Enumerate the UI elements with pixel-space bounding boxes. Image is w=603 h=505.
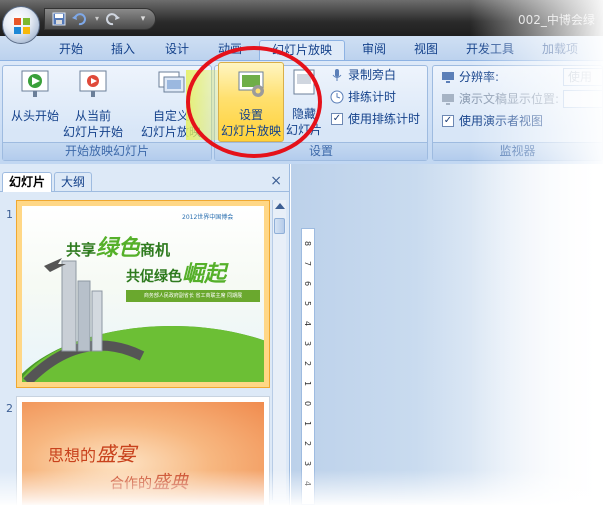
group-start-slide-show: 从头开始 从当前 幻灯片开始 自定义 幻灯片放映 开始放映幻灯片 <box>2 65 212 161</box>
resolution-label: 分辨率: <box>439 68 499 86</box>
tab-slides[interactable]: 幻灯片 <box>2 172 53 192</box>
show-on-select[interactable] <box>563 90 603 108</box>
panel-tabs: 幻灯片 大纲 × <box>0 170 290 192</box>
ruler-label: 1 <box>303 420 313 427</box>
close-icon[interactable]: × <box>270 173 282 189</box>
group-monitors-label: 监视器 <box>433 142 602 160</box>
ruler-label: 8 <box>303 240 313 247</box>
slide-2-line1: 思想的盛宴 <box>48 442 137 466</box>
tab-view[interactable]: 视图 <box>404 40 448 60</box>
tab-insert[interactable]: 插入 <box>104 40 142 60</box>
from-current-label-2: 幻灯片开始 <box>62 125 123 139</box>
slide-2-line2: 合作的盛典 <box>110 472 188 493</box>
scroll-up-icon[interactable] <box>275 203 285 209</box>
ruler-label: 6 <box>303 280 313 287</box>
from-beginning-label: 从头开始 <box>10 109 59 123</box>
title-bar: ▾ ▾ 002_中博会绿 <box>0 0 603 36</box>
save-icon[interactable] <box>51 12 67 26</box>
tab-home[interactable]: 开始 <box>52 40 90 60</box>
play-from-beginning-icon <box>21 70 49 97</box>
from-beginning-button[interactable]: 从头开始 <box>7 68 63 124</box>
ruler-label: 5 <box>303 300 313 307</box>
slide-1-header: 2012世界中国博会 <box>182 214 234 221</box>
ruler-label: 3 <box>303 460 313 467</box>
customize-icon[interactable]: ▾ <box>135 12 151 26</box>
tab-design[interactable]: 设计 <box>158 40 196 60</box>
use-timings-check-icon: ✓ <box>331 113 343 125</box>
ruler-label: 0 <box>303 400 313 407</box>
presenter-view-check-icon: ✓ <box>442 115 454 127</box>
slide-1-banner: 商务部人民政府副省长 省工商联主席 同期展 <box>126 290 260 302</box>
monitor-icon <box>442 72 454 83</box>
group-start-label: 开始放映幻灯片 <box>3 142 211 160</box>
slides-panel: 幻灯片 大纲 × 1 2012世界中国博会 共享绿色商机 共促绿色崛起 商务部人… <box>0 164 290 505</box>
panel-scrollbar[interactable] <box>272 200 286 500</box>
ruler-label: 4 <box>303 480 313 487</box>
tab-developer[interactable]: 开发工具 <box>458 40 522 60</box>
slide-1-line2: 共促绿色崛起 <box>126 262 227 287</box>
slide-number: 2 <box>6 402 13 415</box>
undo-icon[interactable] <box>71 12 87 26</box>
tab-outline[interactable]: 大纲 <box>54 172 93 192</box>
redo-icon[interactable] <box>105 12 121 26</box>
window-title: 002_中博会绿 <box>518 13 595 27</box>
presenter-view-checkbox[interactable]: ✓ 使用演示者视图 <box>439 112 543 130</box>
ruler-label: 1 <box>303 380 313 387</box>
vertical-ruler: 8 7 6 5 4 3 2 1 0 1 2 3 4 <box>301 228 315 505</box>
ruler-label: 2 <box>303 360 313 367</box>
tab-review[interactable]: 审阅 <box>352 40 396 60</box>
microphone-icon <box>332 69 342 81</box>
office-button[interactable] <box>2 6 40 44</box>
resolution-select[interactable]: 使用 <box>563 68 603 86</box>
presentation-monitor-icon <box>442 94 454 105</box>
undo-dropdown-icon[interactable]: ▾ <box>89 12 105 26</box>
slide-thumbnail-1[interactable]: 2012世界中国博会 共享绿色商机 共促绿色崛起 商务部人民政府副省长 省工商联… <box>16 200 270 388</box>
slide-number: 1 <box>6 208 13 221</box>
from-current-button[interactable]: 从当前 幻灯片开始 <box>61 68 125 140</box>
scroll-thumb[interactable] <box>274 218 285 234</box>
office-logo-icon <box>14 18 30 34</box>
from-current-label-1: 从当前 <box>74 109 111 123</box>
use-timings-checkbox[interactable]: ✓ 使用排练计时 <box>328 110 420 128</box>
ribbon-tabs: 开始 插入 设计 动画 幻灯片放映 审阅 视图 开发工具 加载项 <box>0 36 603 60</box>
tab-add-ins[interactable]: 加载项 <box>534 40 586 60</box>
ruler-label: 3 <box>303 340 313 347</box>
rehearse-timings-button[interactable]: 排练计时 <box>328 88 396 106</box>
ruler-label: 4 <box>303 320 313 327</box>
ruler-label: 7 <box>303 260 313 267</box>
red-highlight-circle <box>186 46 322 158</box>
group-monitors: 分辨率: 使用 演示文稿显示位置: ✓ 使用演示者视图 监视器 <box>432 65 603 161</box>
record-narration-button[interactable]: 录制旁白 <box>328 66 396 84</box>
slide-editor[interactable]: 8 7 6 5 4 3 2 1 0 1 2 3 4 <box>291 164 603 505</box>
quick-access-toolbar: ▾ ▾ <box>44 8 156 30</box>
slide-thumbnail-2[interactable]: 思想的盛宴 合作的盛典 <box>16 396 270 505</box>
custom-show-icon <box>158 71 185 93</box>
show-on-label: 演示文稿显示位置: <box>439 90 559 108</box>
clock-icon <box>330 90 344 104</box>
ruler-label: 2 <box>303 440 313 447</box>
play-from-current-icon <box>79 70 107 97</box>
